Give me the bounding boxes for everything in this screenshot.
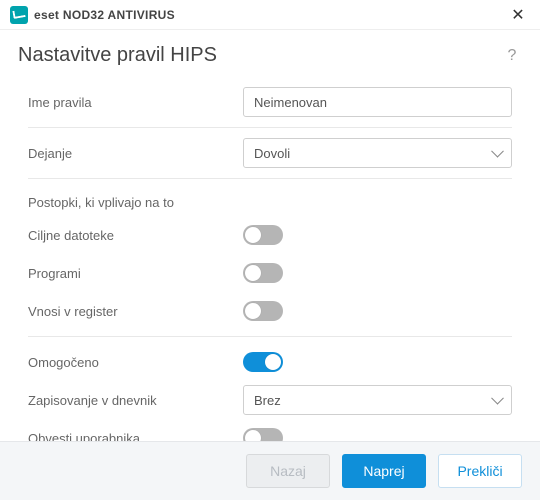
brand-strong: eset	[34, 8, 59, 22]
app-logo: eset NOD32 ANTIVIRUS	[10, 6, 175, 24]
action-label: Dejanje	[28, 146, 243, 161]
logging-label: Zapisovanje v dnevnik	[28, 393, 243, 408]
rule-name-input[interactable]	[243, 87, 512, 117]
ops-section-label: Postopki, ki vplivajo na to	[28, 185, 512, 216]
programs-label: Programi	[28, 266, 243, 281]
registry-toggle[interactable]	[243, 301, 283, 321]
row-logging: Zapisovanje v dnevnik Brez	[28, 381, 512, 419]
row-programs: Programi	[28, 254, 512, 292]
row-action: Dejanje Dovoli	[28, 134, 512, 172]
back-button: Nazaj	[246, 454, 330, 488]
row-target-files: Ciljne datoteke	[28, 216, 512, 254]
row-enabled: Omogočeno	[28, 343, 512, 381]
eset-logo-icon	[10, 6, 28, 24]
divider	[28, 336, 512, 337]
divider	[28, 178, 512, 179]
app-brand: eset NOD32 ANTIVIRUS	[34, 8, 175, 22]
enabled-toggle[interactable]	[243, 352, 283, 372]
row-registry: Vnosi v register	[28, 292, 512, 330]
divider	[28, 127, 512, 128]
close-icon[interactable]: ✕	[506, 3, 530, 27]
logging-select-wrap: Brez	[243, 385, 512, 415]
dialog-footer: Nazaj Naprej Prekliči	[0, 441, 540, 500]
action-select-wrap: Dovoli	[243, 138, 512, 168]
dialog-content: Ime pravila Dejanje Dovoli Postopki, ki …	[0, 77, 540, 464]
target-files-toggle[interactable]	[243, 225, 283, 245]
programs-toggle[interactable]	[243, 263, 283, 283]
help-icon[interactable]: ?	[502, 46, 522, 66]
title-bar: eset NOD32 ANTIVIRUS ✕	[0, 0, 540, 30]
enabled-label: Omogočeno	[28, 355, 243, 370]
rule-name-label: Ime pravila	[28, 95, 243, 110]
page-title: Nastavitve pravil HIPS	[18, 44, 217, 67]
logging-select[interactable]: Brez	[243, 385, 512, 415]
cancel-button[interactable]: Prekliči	[438, 454, 522, 488]
action-select[interactable]: Dovoli	[243, 138, 512, 168]
next-button[interactable]: Naprej	[342, 454, 426, 488]
brand-product: NOD32 ANTIVIRUS	[63, 8, 175, 22]
row-rule-name: Ime pravila	[28, 83, 512, 121]
target-files-label: Ciljne datoteke	[28, 228, 243, 243]
dialog-header: Nastavitve pravil HIPS ?	[0, 30, 540, 77]
registry-label: Vnosi v register	[28, 304, 243, 319]
